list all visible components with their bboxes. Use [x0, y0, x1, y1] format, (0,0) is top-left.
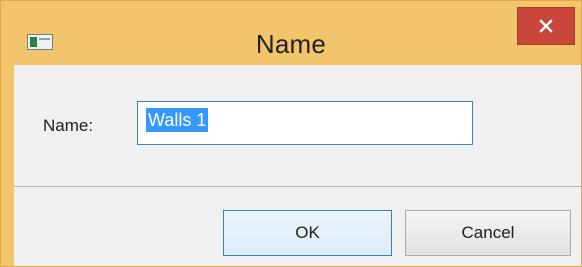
close-button[interactable] [517, 7, 575, 45]
dialog-body: Name: Walls 1 OK Cancel [14, 65, 581, 266]
dialog-title: Name [255, 29, 327, 59]
name-label: Name: [43, 116, 94, 135]
separator [14, 186, 581, 187]
name-dialog-window: Name Name: Walls 1 OK Cancel [0, 0, 582, 267]
cancel-button[interactable]: Cancel [405, 210, 571, 256]
ok-button[interactable]: OK [223, 210, 392, 256]
name-input[interactable]: Walls 1 [137, 101, 473, 145]
close-icon [539, 19, 553, 33]
name-input-value: Walls 1 [146, 108, 209, 132]
title-bar[interactable]: Name [1, 1, 581, 65]
